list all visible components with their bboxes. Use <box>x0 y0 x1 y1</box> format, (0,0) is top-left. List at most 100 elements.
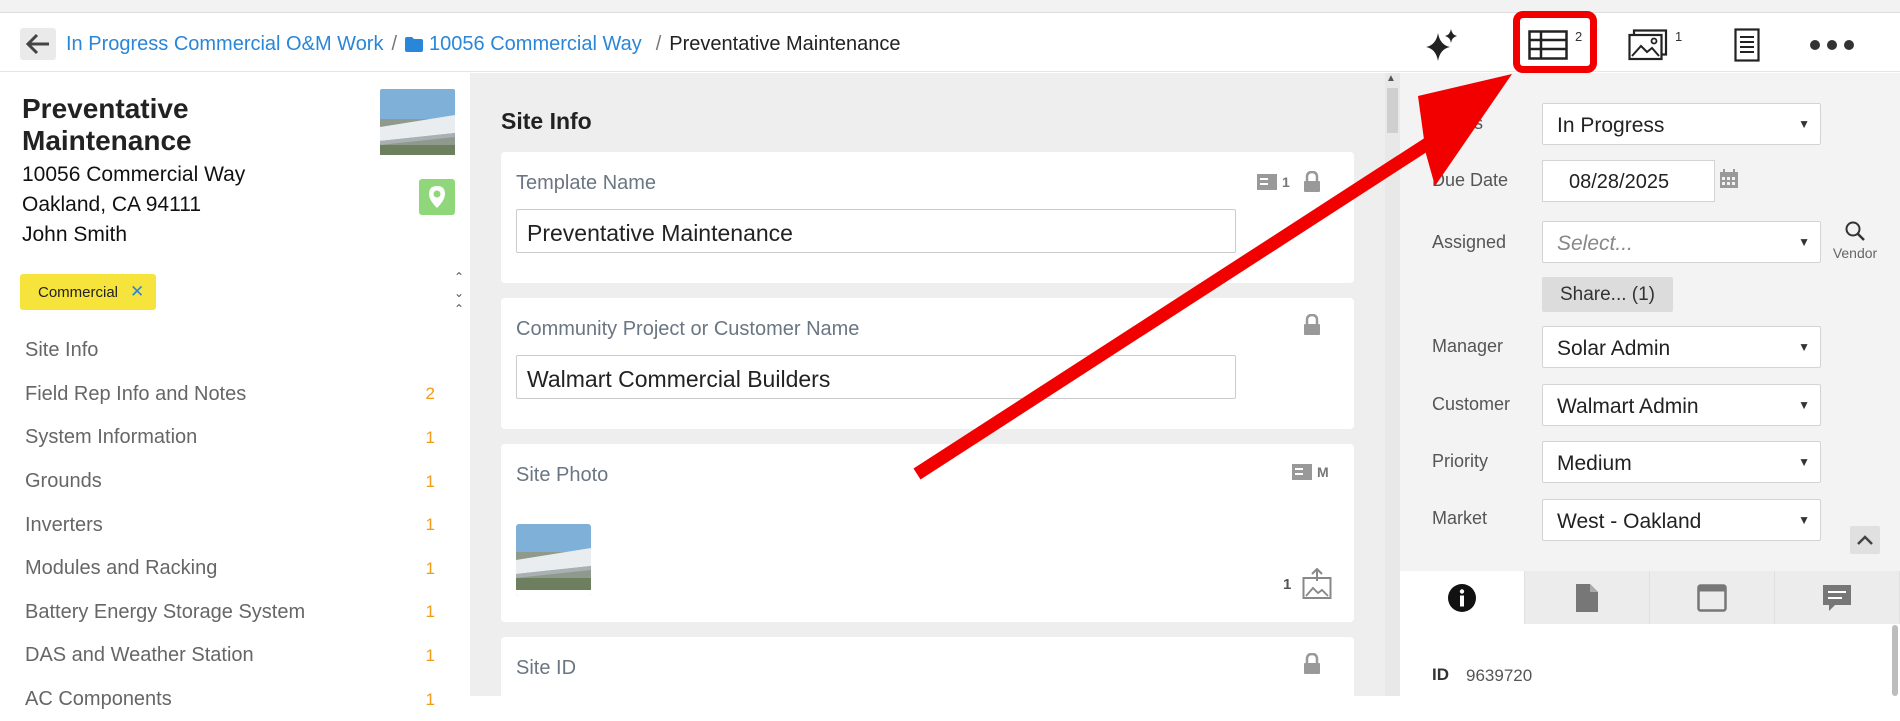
assigned-select[interactable]: Select... ▼ <box>1542 221 1821 263</box>
search-icon <box>1845 221 1865 241</box>
nav-item-battery-storage[interactable]: Battery Energy Storage System 1 <box>25 591 435 635</box>
document-icon <box>1734 28 1760 62</box>
share-button[interactable]: Share... (1) <box>1542 277 1673 312</box>
id-value: 9639720 <box>1466 666 1533 685</box>
nav-item-modules-racking[interactable]: Modules and Racking 1 <box>25 547 435 591</box>
contact-name: John Smith <box>22 223 128 246</box>
customer-name-input[interactable]: Walmart Commercial Builders <box>516 355 1236 399</box>
more-options-button[interactable] <box>1808 25 1856 65</box>
more-horizontal-icon <box>1810 40 1854 50</box>
customer-select[interactable]: Walmart Admin ▼ <box>1542 384 1821 426</box>
status-select[interactable]: In Progress ▼ <box>1542 103 1821 145</box>
chevron-up-icon[interactable]: ⌃ <box>452 301 466 317</box>
window-icon <box>1697 583 1727 612</box>
field-label: Community Project or Customer Name <box>516 318 860 340</box>
breadcrumb-link-work-list[interactable]: In Progress Commercial O&M Work <box>66 33 383 56</box>
caret-down-icon: ▼ <box>1798 235 1810 249</box>
notes-badge: M <box>1317 464 1329 480</box>
nav-item-das-weather[interactable]: DAS and Weather Station 1 <box>25 634 435 678</box>
status-label: Status <box>1432 113 1484 133</box>
breadcrumb: In Progress Commercial O&M Work / 10056 … <box>66 33 901 56</box>
manager-select[interactable]: Solar Admin ▼ <box>1542 326 1821 368</box>
address-line-1: 10056 Commercial Way <box>22 163 246 186</box>
caret-down-icon: ▼ <box>1798 455 1810 469</box>
priority-select[interactable]: Medium ▼ <box>1542 441 1821 483</box>
breadcrumb-current: Preventative Maintenance <box>669 33 901 55</box>
warehouse-image-icon <box>380 89 455 159</box>
nav-item-inverters[interactable]: Inverters 1 <box>25 503 435 547</box>
comment-icon <box>1823 584 1851 611</box>
upload-image-icon[interactable] <box>1302 568 1332 600</box>
section-title: Site Info <box>501 108 592 134</box>
tab-comments[interactable] <box>1775 571 1900 624</box>
map-location-button[interactable] <box>419 179 455 215</box>
field-icons: M <box>1291 463 1329 481</box>
market-value: West - Oakland <box>1557 510 1702 533</box>
due-date-label: Due Date <box>1432 170 1509 190</box>
lock-icon <box>1303 171 1320 192</box>
assigned-label: Assigned <box>1432 232 1507 252</box>
details-scrollbar[interactable] <box>1892 625 1898 696</box>
arrow-left-icon <box>26 33 49 55</box>
manager-value: Solar Admin <box>1557 337 1671 360</box>
lock-icon <box>1304 653 1320 674</box>
nav-item-label: AC Components <box>25 688 172 711</box>
form-scrollbar-thumb[interactable] <box>1387 88 1398 133</box>
back-button[interactable] <box>20 28 56 60</box>
nav-item-system-information[interactable]: System Information 1 <box>25 416 435 460</box>
nav-item-ac-components[interactable]: AC Components 1 <box>25 678 435 721</box>
caret-down-icon: ▼ <box>1798 513 1810 527</box>
field-label: Template Name <box>516 172 657 194</box>
tag-label: Commercial <box>38 283 119 301</box>
caret-down-icon: ▼ <box>1798 398 1810 412</box>
tag-commercial: Commercial ✕ <box>20 274 157 310</box>
notes-icon[interactable] <box>1256 173 1278 191</box>
template-name-input[interactable]: Preventative Maintenance <box>516 209 1236 253</box>
calendar-icon[interactable] <box>1718 168 1740 190</box>
nav-item-count: 1 <box>425 471 435 491</box>
nav-item-label: Inverters <box>25 513 103 536</box>
details-tabs <box>1400 571 1900 624</box>
form-scrollbar[interactable] <box>1385 73 1400 696</box>
vendor-label: Vendor <box>1832 245 1878 261</box>
nav-item-grounds[interactable]: Grounds 1 <box>25 460 435 504</box>
file-icon <box>1576 583 1598 612</box>
nav-item-label: Field Rep Info and Notes <box>25 382 247 405</box>
scroll-up-icon[interactable]: ▲ <box>1386 73 1396 84</box>
tab-documents[interactable] <box>1525 571 1650 624</box>
field-card-customer-name: Community Project or Customer Name Walma… <box>501 298 1354 429</box>
nav-item-site-info[interactable]: Site Info <box>25 329 435 373</box>
nav-item-count: 1 <box>425 645 435 665</box>
ai-sparkle-button[interactable] <box>1424 25 1460 65</box>
nav-item-label: Grounds <box>25 470 102 493</box>
report-button[interactable] <box>1733 25 1761 65</box>
site-photo-thumbnail[interactable] <box>516 524 591 596</box>
chevron-up-icon[interactable]: ⌃ <box>452 269 466 285</box>
photos-button[interactable] <box>1627 25 1669 65</box>
field-label: Site ID <box>516 657 577 679</box>
collapse-details-button[interactable] <box>1850 526 1880 554</box>
sparkle-icon <box>1426 29 1457 61</box>
tab-info[interactable] <box>1400 571 1525 624</box>
notes-icon[interactable] <box>1291 463 1313 481</box>
nav-item-count: 1 <box>425 558 435 578</box>
tab-window[interactable] <box>1650 571 1775 624</box>
annotation-highlight-box <box>1513 11 1597 73</box>
address-line-2: Oakland, CA 94111 <box>22 193 202 216</box>
photos-count: 1 <box>1675 29 1683 44</box>
chevron-down-icon[interactable]: ⌄ <box>452 285 466 301</box>
due-date-input[interactable]: 08/28/2025 <box>1542 160 1715 202</box>
status-value: In Progress <box>1557 114 1665 137</box>
nav-item-label: DAS and Weather Station <box>25 644 254 667</box>
nav-item-field-rep[interactable]: Field Rep Info and Notes 2 <box>25 373 435 417</box>
sidebar-scroll-arrows[interactable]: ⌃ ⌄ ⌃ <box>452 269 466 317</box>
vendor-search-button[interactable]: Vendor <box>1828 220 1882 261</box>
market-label: Market <box>1432 508 1488 528</box>
breadcrumb-link-project[interactable]: 10056 Commercial Way <box>405 33 642 56</box>
breadcrumb-project-label: 10056 Commercial Way <box>429 33 642 55</box>
id-label: ID <box>1432 665 1449 684</box>
site-thumbnail[interactable] <box>380 89 455 159</box>
record-title: Preventative Maintenance <box>22 93 192 156</box>
tag-remove-button[interactable]: ✕ <box>130 282 144 302</box>
market-select[interactable]: West - Oakland ▼ <box>1542 499 1821 541</box>
